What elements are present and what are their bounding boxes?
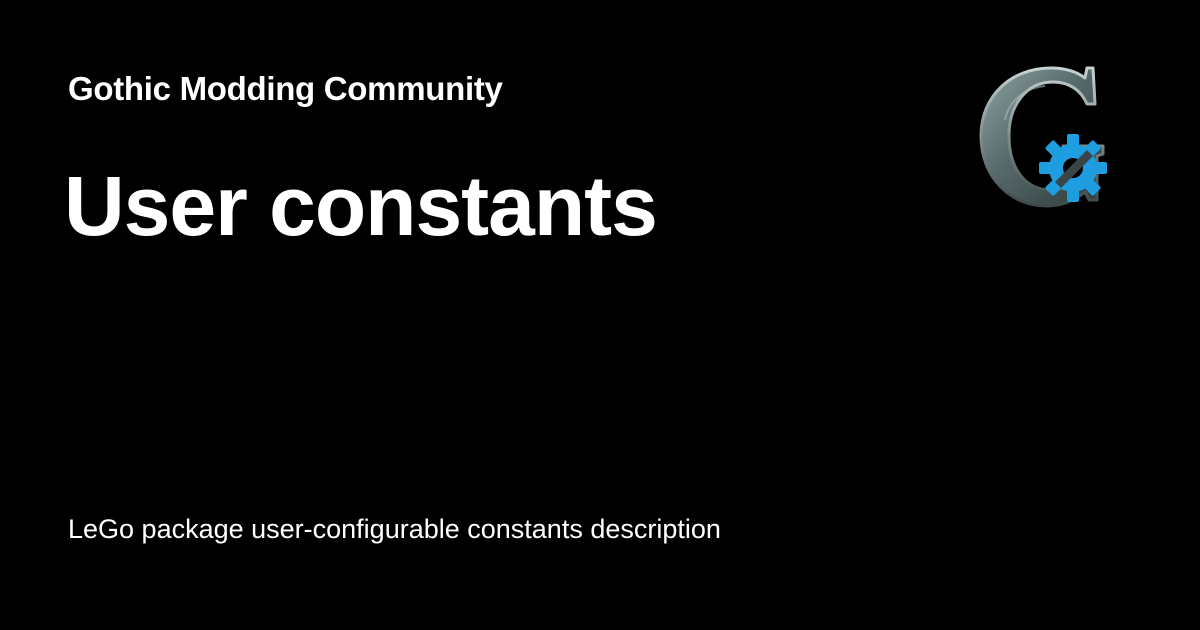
- gothic-logo-icon: [965, 60, 1115, 212]
- page-title: User constants: [64, 159, 658, 253]
- page-description: LeGo package user-configurable constants…: [68, 514, 721, 544]
- site-name: Gothic Modding Community: [68, 70, 503, 107]
- social-card: Gothic Modding Community User constants …: [0, 0, 1200, 630]
